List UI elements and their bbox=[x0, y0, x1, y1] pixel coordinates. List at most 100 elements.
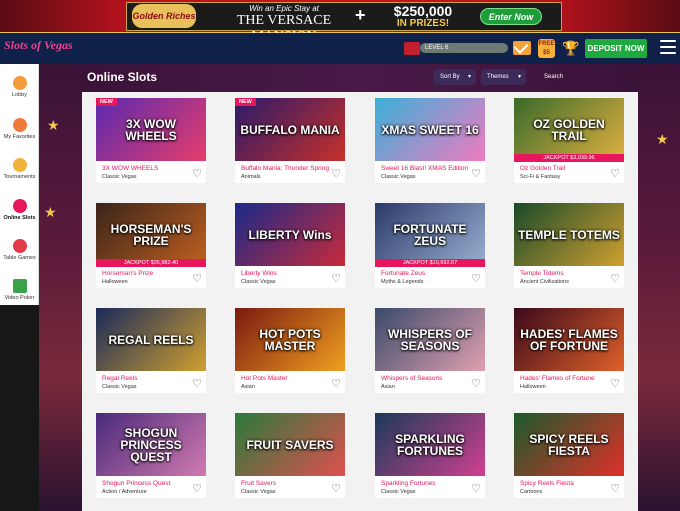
game-card[interactable]: FORTUNATE ZEUS JACKPOT $10,692.67 Fortunat… bbox=[375, 203, 485, 288]
game-name[interactable]: Whispers of Seasons bbox=[381, 375, 469, 382]
game-thumbnail[interactable]: XMAS SWEET 16 bbox=[375, 98, 485, 161]
game-card[interactable]: BUFFALO MANIA NEW Buffalo Mania: Thunder S… bbox=[235, 98, 345, 183]
game-category: Animals bbox=[241, 174, 261, 180]
game-card[interactable]: TEMPLE TOTEMS Temple Totems Ancient Civili… bbox=[514, 203, 624, 288]
game-thumbnail[interactable]: WHISPERS OF SEASONS bbox=[375, 308, 485, 371]
game-name[interactable]: Liberty Wins bbox=[241, 270, 329, 277]
game-card[interactable]: HORSEMAN'S PRIZE JACKPOT $35,982.40 Horsem… bbox=[96, 203, 206, 288]
site-logo[interactable]: Slots of Vegas bbox=[4, 38, 78, 58]
trophy-icon bbox=[12, 158, 27, 172]
favorite-heart-icon[interactable]: ♡ bbox=[470, 168, 482, 180]
favorite-heart-icon[interactable]: ♡ bbox=[470, 378, 482, 390]
game-thumbnail[interactable]: BUFFALO MANIA bbox=[235, 98, 345, 161]
game-name[interactable]: Horseman's Prize bbox=[102, 270, 190, 277]
game-name[interactable]: Hot Pots Master bbox=[241, 375, 329, 382]
favorite-heart-icon[interactable]: ♡ bbox=[609, 168, 621, 180]
game-thumbnail[interactable]: FRUIT SAVERS bbox=[235, 413, 345, 476]
games-grid: 3X WOW WHEELS NEW 3X WOW WHEELS Classic Veg… bbox=[82, 92, 638, 511]
favorite-heart-icon[interactable]: ♡ bbox=[609, 378, 621, 390]
game-thumbnail-title: SHOGUN PRINCESS QUEST bbox=[120, 425, 182, 464]
game-category: Classic Vegas bbox=[381, 174, 416, 180]
free-bonus-icon[interactable]: FREE $5 bbox=[538, 39, 555, 58]
game-name[interactable]: Sparkling Fortunes bbox=[381, 480, 469, 487]
game-thumbnail[interactable]: FORTUNATE ZEUS bbox=[375, 203, 485, 266]
game-name[interactable]: Buffalo Mania: Thunder Springs bbox=[241, 165, 329, 172]
game-thumbnail[interactable]: SHOGUN PRINCESS QUEST bbox=[96, 413, 206, 476]
game-card[interactable]: XMAS SWEET 16 Sweet 16 Blast! XMAS Editio… bbox=[375, 98, 485, 183]
game-thumbnail[interactable]: SPARKLING FORTUNES bbox=[375, 413, 485, 476]
game-card[interactable]: SHOGUN PRINCESS QUEST Shogun Princess Que… bbox=[96, 413, 206, 498]
enter-now-button[interactable]: Enter Now bbox=[480, 8, 542, 25]
game-name[interactable]: Regal Reels bbox=[102, 375, 190, 382]
game-thumbnail-title: REGAL REELS bbox=[108, 332, 194, 347]
game-name[interactable]: Hades' Flames of Fortune bbox=[520, 375, 608, 382]
sidebar-item-tournaments[interactable]: Tournaments bbox=[0, 158, 38, 180]
sidebar-item-lobby[interactable]: Lobby bbox=[0, 76, 38, 98]
level-icon[interactable] bbox=[404, 42, 420, 55]
favorite-heart-icon[interactable]: ♡ bbox=[191, 273, 203, 285]
favorite-heart-icon[interactable]: ♡ bbox=[191, 378, 203, 390]
game-card[interactable]: SPICY REELS FIESTA Spicy Reels Fiesta Cart… bbox=[514, 413, 624, 498]
game-card[interactable]: HADES' FLAMES OF FORTUNE Hades' Flames of… bbox=[514, 308, 624, 393]
game-name[interactable]: Temple Totems bbox=[520, 270, 608, 277]
game-card[interactable]: HOT POTS MASTER Hot Pots Master Asian ♡ bbox=[235, 308, 345, 393]
game-thumbnail[interactable]: OZ GOLDEN TRAIL bbox=[514, 98, 624, 161]
favorite-heart-icon[interactable]: ♡ bbox=[330, 168, 342, 180]
game-name[interactable]: Oz Golden Trail bbox=[520, 165, 608, 172]
favorite-heart-icon[interactable]: ♡ bbox=[470, 483, 482, 495]
page-title: Online Slots bbox=[87, 70, 158, 84]
game-thumbnail[interactable]: HOT POTS MASTER bbox=[235, 308, 345, 371]
new-badge: NEW bbox=[96, 98, 117, 106]
favorite-heart-icon[interactable]: ♡ bbox=[191, 168, 203, 180]
favorite-heart-icon[interactable]: ♡ bbox=[330, 483, 342, 495]
game-card[interactable]: WHISPERS OF SEASONS Whispers of Seasons As… bbox=[375, 308, 485, 393]
sidebar-item-video-poker[interactable]: Video Poker bbox=[0, 279, 38, 301]
game-thumbnail[interactable]: 3X WOW WHEELS bbox=[96, 98, 206, 161]
game-thumbnail[interactable]: REGAL REELS bbox=[96, 308, 206, 371]
game-card[interactable]: FRUIT SAVERS Fruit Savers Classic Vegas ♡ bbox=[235, 413, 345, 498]
game-thumbnail-title: LIBERTY Wins bbox=[248, 227, 332, 242]
hamburger-menu-icon[interactable] bbox=[660, 40, 676, 56]
game-thumbnail-title: WHISPERS OF SEASONS bbox=[387, 326, 472, 353]
game-name[interactable]: Fruit Savers bbox=[241, 480, 329, 487]
mail-icon[interactable] bbox=[513, 41, 531, 55]
themes-dropdown[interactable]: Themes ▾ bbox=[481, 69, 526, 85]
star-decoration-icon: ★ bbox=[656, 131, 669, 147]
level-progress[interactable]: LEVEL 6 bbox=[420, 43, 508, 53]
game-card[interactable]: OZ GOLDEN TRAIL JACKPOT $3,039.96 Oz Golde… bbox=[514, 98, 624, 183]
game-thumbnail-title: SPARKLING FORTUNES bbox=[395, 431, 465, 458]
favorite-heart-icon[interactable]: ♡ bbox=[330, 273, 342, 285]
promo-banner[interactable]: Golden Riches Win an Epic Stay at THE VE… bbox=[0, 0, 680, 44]
game-name[interactable]: Fortunate Zeus bbox=[381, 270, 469, 277]
heart-icon bbox=[12, 118, 27, 132]
game-thumbnail-title: FRUIT SAVERS bbox=[246, 437, 334, 452]
sort-by-dropdown[interactable]: Sort By ▾ bbox=[434, 69, 476, 85]
game-name[interactable]: Sweet 16 Blast! XMAS Edition bbox=[381, 165, 469, 172]
game-card[interactable]: SPARKLING FORTUNES Sparkling Fortunes Clas… bbox=[375, 413, 485, 498]
favorite-heart-icon[interactable]: ♡ bbox=[470, 273, 482, 285]
game-thumbnail[interactable]: SPICY REELS FIESTA bbox=[514, 413, 624, 476]
game-thumbnail[interactable]: TEMPLE TOTEMS bbox=[514, 203, 624, 266]
promo-plus: + bbox=[355, 5, 366, 25]
game-name[interactable]: Shogun Princess Quest bbox=[102, 480, 190, 487]
game-thumbnail[interactable]: LIBERTY Wins bbox=[235, 203, 345, 266]
deposit-now-button[interactable]: DEPOSIT NOW bbox=[585, 39, 647, 58]
game-name[interactable]: 3X WOW WHEELS bbox=[102, 165, 190, 172]
game-card[interactable]: REGAL REELS Regal Reels Classic Vegas ♡ bbox=[96, 308, 206, 393]
game-thumbnail-title: TEMPLE TOTEMS bbox=[518, 227, 620, 242]
favorite-heart-icon[interactable]: ♡ bbox=[330, 378, 342, 390]
game-thumbnail[interactable]: HORSEMAN'S PRIZE bbox=[96, 203, 206, 266]
favorite-heart-icon[interactable]: ♡ bbox=[191, 483, 203, 495]
search-input[interactable]: Search bbox=[544, 74, 563, 80]
game-category: Classic Vegas bbox=[241, 489, 276, 495]
game-card[interactable]: LIBERTY Wins Liberty Wins Classic Vegas ♡ bbox=[235, 203, 345, 288]
trophy-icon[interactable]: 🏆 bbox=[562, 40, 579, 56]
game-card[interactable]: 3X WOW WHEELS NEW 3X WOW WHEELS Classic Veg… bbox=[96, 98, 206, 183]
sidebar-item-favorites[interactable]: My Favorites bbox=[0, 118, 38, 140]
game-name[interactable]: Spicy Reels Fiesta bbox=[520, 480, 608, 487]
sidebar-item-online-slots[interactable]: Online Slots bbox=[0, 199, 38, 221]
sidebar-item-table-games[interactable]: Table Games bbox=[0, 239, 38, 261]
game-thumbnail[interactable]: HADES' FLAMES OF FORTUNE bbox=[514, 308, 624, 371]
favorite-heart-icon[interactable]: ♡ bbox=[609, 273, 621, 285]
favorite-heart-icon[interactable]: ♡ bbox=[609, 483, 621, 495]
